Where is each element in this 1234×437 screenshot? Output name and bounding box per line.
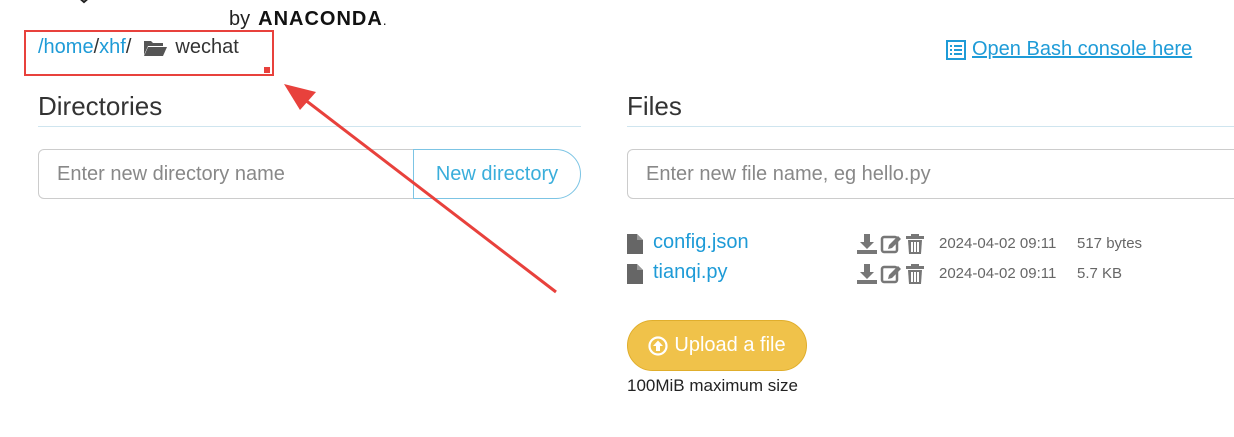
trash-icon[interactable] bbox=[904, 233, 926, 255]
upload-file-button[interactable]: Upload a file bbox=[627, 320, 807, 371]
new-file-input[interactable] bbox=[627, 149, 1234, 199]
upload-circle-icon bbox=[648, 335, 669, 356]
upload-size-note: 100MiB maximum size bbox=[627, 376, 798, 395]
file-size: 517 bytes bbox=[1077, 235, 1143, 252]
file-date: 2024-04-02 09:11 bbox=[939, 235, 1057, 252]
file-actions bbox=[856, 233, 926, 255]
new-directory-button[interactable]: New directory bbox=[413, 149, 581, 199]
by-text: by bbox=[229, 8, 251, 30]
new-directory-input[interactable] bbox=[38, 149, 414, 199]
annotation-corner bbox=[264, 67, 270, 73]
directories-divider bbox=[38, 126, 581, 127]
logo-icon bbox=[80, 0, 88, 4]
edit-icon[interactable] bbox=[880, 233, 902, 255]
annotation-highlight-box bbox=[24, 30, 274, 76]
edit-icon[interactable] bbox=[880, 263, 902, 285]
trash-icon[interactable] bbox=[904, 263, 926, 285]
by-anaconda-brand: by ANACONDA. bbox=[229, 8, 387, 31]
file-icon bbox=[627, 234, 643, 254]
anaconda-wordmark: ANACONDA bbox=[258, 8, 383, 30]
open-bash-console-label: Open Bash console here bbox=[972, 38, 1193, 60]
file-date: 2024-04-02 09:11 bbox=[939, 265, 1057, 282]
download-icon[interactable] bbox=[856, 263, 878, 285]
open-bash-console-link[interactable]: Open Bash console here bbox=[946, 38, 1192, 61]
terminal-list-icon bbox=[946, 39, 966, 60]
file-size: 5.7 KB bbox=[1077, 265, 1123, 282]
brand-dot: . bbox=[382, 12, 387, 28]
files-divider bbox=[627, 126, 1234, 127]
upload-file-label: Upload a file bbox=[674, 334, 786, 356]
files-heading: Files bbox=[627, 91, 682, 121]
download-icon[interactable] bbox=[856, 233, 878, 255]
file-link[interactable]: tianqi.py bbox=[653, 261, 728, 284]
file-row: tianqi.py 2024-04-02 09:11 5.7 KB bbox=[627, 261, 1147, 289]
file-actions bbox=[856, 263, 926, 285]
file-icon bbox=[627, 264, 643, 284]
file-link[interactable]: config.json bbox=[653, 231, 749, 254]
directories-heading: Directories bbox=[38, 91, 163, 121]
file-row: config.json 2024-04-02 09:11 517 bytes bbox=[627, 231, 1147, 259]
